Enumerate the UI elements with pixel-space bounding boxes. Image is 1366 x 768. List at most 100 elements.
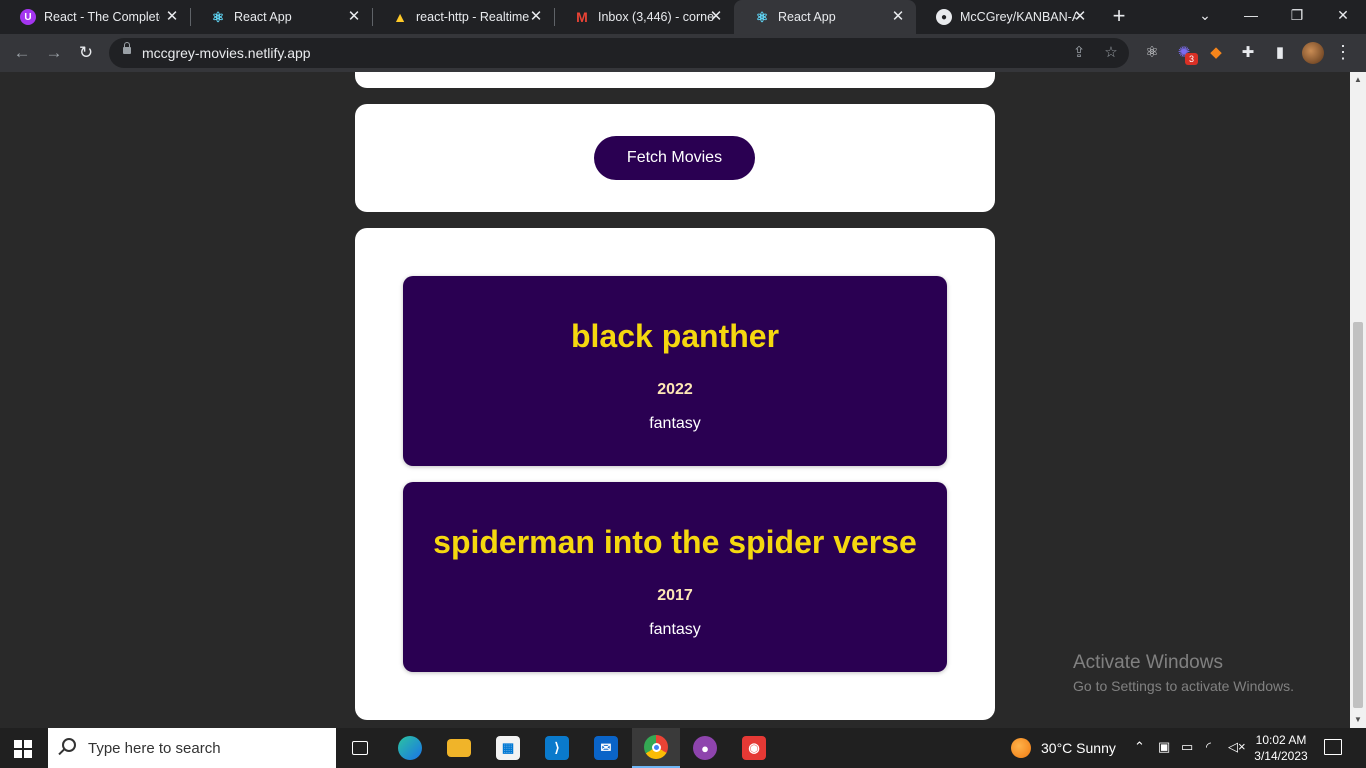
close-icon[interactable]: ✕ xyxy=(708,9,724,25)
tab-react-app[interactable]: ⚛ React App ✕ xyxy=(190,0,372,34)
taskbar-vscode[interactable]: ⟩ xyxy=(533,728,581,768)
taskbar-chrome[interactable] xyxy=(632,728,680,768)
windows-start-icon[interactable] xyxy=(14,740,32,758)
movie-title: spiderman into the spider verse xyxy=(433,524,917,560)
close-icon[interactable]: ✕ xyxy=(346,9,362,25)
tab-title: McCGrey/KANBAN-AP xyxy=(960,10,1076,24)
task-view-icon xyxy=(352,741,368,755)
bookmark-star-icon[interactable]: ☆ xyxy=(1101,43,1121,63)
tab-github[interactable]: ● McCGrey/KANBAN-AP ✕ xyxy=(916,0,1098,34)
tab-title: React - The Complete xyxy=(44,10,160,24)
side-panel-icon[interactable]: ▮ xyxy=(1269,42,1291,64)
watermark-title: Activate Windows xyxy=(1073,652,1223,673)
fetch-card: Fetch Movies xyxy=(355,104,995,212)
movie-title: black panther xyxy=(570,318,780,354)
github-desktop-icon: ● xyxy=(693,736,717,760)
gmail-icon: M xyxy=(576,9,588,25)
tab-strip: U React - The Complete ✕ ⚛ React App ✕ ▲… xyxy=(0,0,1366,34)
browser-toolbar: ← → ↻ mccgrey-movies.netlify.app ⇪ ☆ ⚛ ✺… xyxy=(0,34,1366,72)
tab-title: react-http - Realtime D xyxy=(416,10,532,24)
taskbar-clock[interactable]: 10:02 AM 3/14/2023 xyxy=(1246,732,1316,764)
search-icon xyxy=(62,738,76,752)
taskbar-search-box[interactable]: Type here to search xyxy=(48,728,336,768)
page-viewport: Fetch Movies black panther 2022 fantasy … xyxy=(0,72,1350,728)
taskbar-mail[interactable]: ✉ xyxy=(582,728,630,768)
extensions-puzzle-icon[interactable]: ✚ xyxy=(1237,42,1259,64)
network-icon[interactable]: ◜ xyxy=(1206,739,1211,755)
chrome-icon xyxy=(644,735,668,759)
close-icon[interactable]: ✕ xyxy=(890,9,906,25)
clock-date: 3/14/2023 xyxy=(1254,749,1308,763)
tab-react-app-active[interactable]: ⚛ React App ✕ xyxy=(734,0,916,34)
tab-title: React App xyxy=(234,10,292,24)
weather-text[interactable]: 30°C Sunny xyxy=(1041,740,1116,756)
close-window-button[interactable]: ✕ xyxy=(1320,0,1366,34)
page-scrollbar[interactable]: ▲ ▼ xyxy=(1350,72,1366,728)
taskbar-github-desktop[interactable]: ● xyxy=(681,728,729,768)
url-text[interactable]: mccgrey-movies.netlify.app xyxy=(142,45,311,61)
taskbar-recorder[interactable]: ◉ xyxy=(730,728,778,768)
tab-title: Inbox (3,446) - corneli xyxy=(598,10,714,24)
taskbar-store[interactable]: ▦ xyxy=(484,728,532,768)
reload-icon[interactable]: ↻ xyxy=(74,41,98,65)
back-icon[interactable]: ← xyxy=(10,41,34,65)
scroll-up-arrow-icon[interactable]: ▲ xyxy=(1350,72,1366,88)
extension-badge: 3 xyxy=(1185,53,1198,65)
weather-sun-icon[interactable] xyxy=(1011,738,1031,758)
activate-windows-watermark: Activate Windows Go to Settings to activ… xyxy=(1073,652,1294,694)
share-icon[interactable]: ⇪ xyxy=(1069,43,1089,63)
edge-icon xyxy=(398,736,422,760)
movie-description: fantasy xyxy=(649,415,701,432)
scroll-down-arrow-icon[interactable]: ▼ xyxy=(1350,712,1366,728)
metamask-icon[interactable]: ◆ xyxy=(1205,42,1227,64)
clock-time: 10:02 AM xyxy=(1255,733,1307,747)
show-hidden-icons-icon[interactable]: ⌃ xyxy=(1134,739,1145,755)
close-icon[interactable]: ✕ xyxy=(528,9,544,25)
record-icon: ◉ xyxy=(742,736,766,760)
task-view-button[interactable] xyxy=(336,728,384,768)
address-bar[interactable]: mccgrey-movies.netlify.app ⇪ ☆ xyxy=(109,38,1129,68)
new-tab-button[interactable]: + xyxy=(1108,5,1130,27)
firebase-icon: ▲ xyxy=(393,9,407,25)
forward-icon[interactable]: → xyxy=(42,41,66,65)
lock-icon[interactable] xyxy=(123,42,131,54)
close-icon[interactable]: ✕ xyxy=(164,9,180,25)
react-icon: ⚛ xyxy=(755,8,769,25)
restore-button[interactable]: ❐ xyxy=(1274,0,1320,34)
movie-year: 2022 xyxy=(657,381,693,398)
movie-description: fantasy xyxy=(649,621,701,638)
mail-icon: ✉ xyxy=(594,736,618,760)
volume-muted-icon[interactable]: ◁× xyxy=(1228,739,1246,755)
folder-icon xyxy=(447,739,471,757)
form-card xyxy=(355,72,995,88)
vscode-icon: ⟩ xyxy=(545,736,569,760)
react-icon: ⚛ xyxy=(211,8,225,25)
tab-search-icon[interactable]: ⌄ xyxy=(1182,0,1228,34)
search-placeholder: Type here to search xyxy=(88,740,221,757)
meet-now-icon[interactable]: ▣ xyxy=(1158,739,1170,755)
profile-avatar[interactable] xyxy=(1302,42,1324,64)
udemy-icon: U xyxy=(20,9,36,25)
notification-icon[interactable] xyxy=(1324,739,1342,755)
github-icon: ● xyxy=(936,9,952,25)
movie-item: spiderman into the spider verse 2017 fan… xyxy=(403,482,947,672)
taskbar-file-explorer[interactable] xyxy=(435,728,483,768)
battery-icon[interactable]: ▭ xyxy=(1181,739,1193,755)
tab-firebase[interactable]: ▲ react-http - Realtime D ✕ xyxy=(372,0,554,34)
movies-list-card: black panther 2022 fantasy spiderman int… xyxy=(355,228,995,720)
tab-gmail[interactable]: M Inbox (3,446) - corneli ✕ xyxy=(554,0,734,34)
taskbar: Type here to search ▦ ⟩ ✉ ● ◉ 30°C Sunny… xyxy=(0,728,1366,768)
movie-year: 2017 xyxy=(657,587,693,604)
close-icon[interactable]: ✕ xyxy=(1072,9,1088,25)
scrollbar-thumb[interactable] xyxy=(1353,322,1363,708)
movie-item: black panther 2022 fantasy xyxy=(403,276,947,466)
tab-udemy[interactable]: U React - The Complete ✕ xyxy=(0,0,190,34)
store-icon: ▦ xyxy=(496,736,520,760)
fetch-movies-button[interactable]: Fetch Movies xyxy=(594,136,755,180)
menu-icon[interactable]: ⋮ xyxy=(1333,42,1353,64)
react-devtools-icon[interactable]: ⚛ xyxy=(1141,42,1163,64)
watermark-subtitle: Go to Settings to activate Windows. xyxy=(1073,678,1294,694)
taskbar-edge[interactable] xyxy=(386,728,434,768)
tab-title: React App xyxy=(778,10,836,24)
minimize-button[interactable]: — xyxy=(1228,0,1274,34)
